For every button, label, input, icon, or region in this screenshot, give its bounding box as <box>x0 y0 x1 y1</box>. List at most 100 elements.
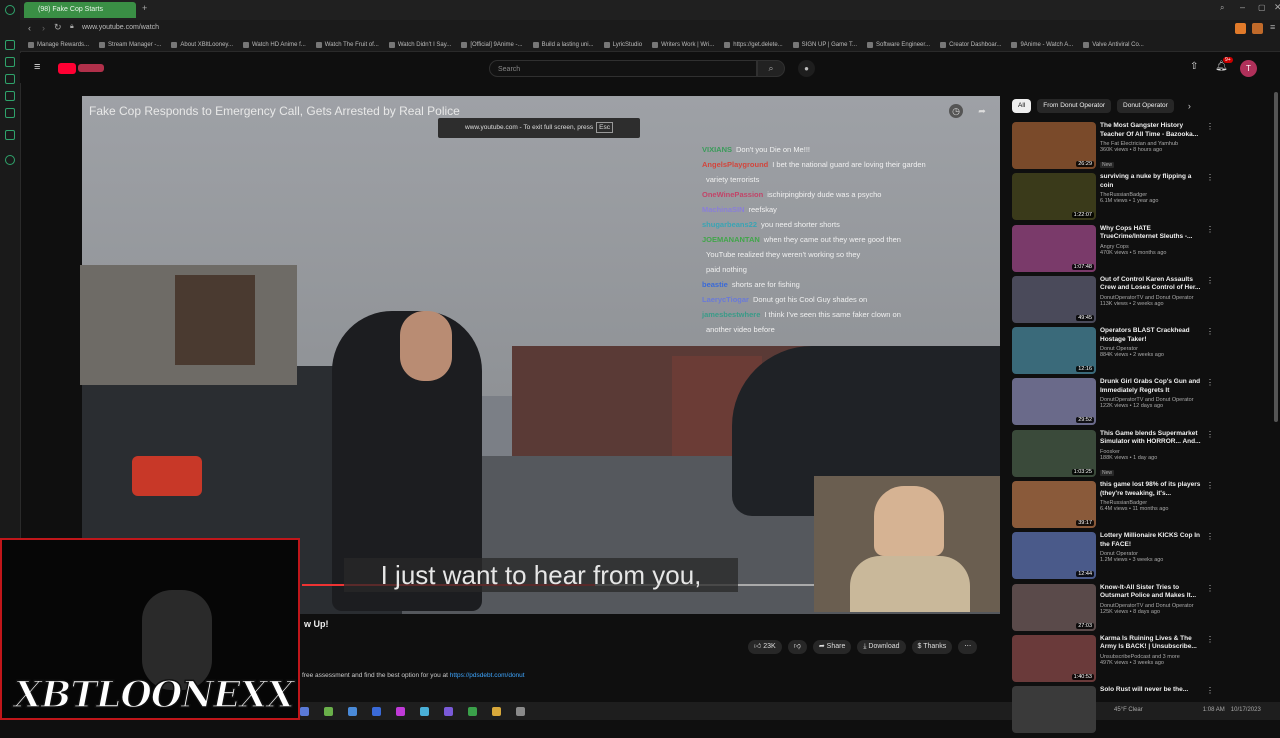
hamburger-menu-icon[interactable]: ≡ <box>34 61 40 73</box>
menu-icon[interactable]: ≡ <box>1270 22 1275 32</box>
video-title[interactable]: Solo Rust will never be the... <box>1100 686 1205 695</box>
recommended-video[interactable]: 1:03:25 This Game blends Supermarket Simu… <box>1012 429 1217 481</box>
maximize-icon[interactable]: ▢ <box>1258 3 1266 12</box>
video-thumbnail[interactable]: 29:52 <box>1012 378 1096 426</box>
chat-username[interactable]: LaerycTiogar <box>702 295 749 304</box>
more-options-icon[interactable]: ⋮ <box>1205 532 1215 583</box>
chat-username[interactable]: JOEMANANTAN <box>702 235 760 244</box>
video-title[interactable]: Operators BLAST Crackhead Hostage Taker! <box>1100 327 1205 344</box>
more-options-icon[interactable]: ⋮ <box>1205 276 1215 327</box>
taskbar-app-icon[interactable] <box>492 706 501 716</box>
recommended-video[interactable]: 1:22:07 surviving a nuke by flipping a co… <box>1012 173 1217 224</box>
more-options-icon[interactable]: ⋮ <box>1205 686 1215 737</box>
chip-all[interactable]: All <box>1012 99 1032 113</box>
recommended-video[interactable]: 39:17 this game lost 98% of its players (… <box>1012 481 1217 532</box>
video-title[interactable]: Why Cops HATE TrueCrime/Internet Sleuths… <box>1100 225 1205 242</box>
bookmark[interactable]: SIGN UP | Game T... <box>792 41 857 48</box>
bookmark[interactable]: Watch The Fruit of... <box>315 41 379 48</box>
clock-date[interactable]: 10/17/2023 <box>1231 707 1261 713</box>
more-options-icon[interactable]: ⋮ <box>1205 122 1215 173</box>
taskbar-app-icon[interactable] <box>420 706 429 716</box>
taskbar-app-icon[interactable] <box>444 706 453 716</box>
taskbar-app-icon[interactable] <box>300 706 309 716</box>
more-options-icon[interactable]: ⋮ <box>1205 173 1215 224</box>
taskbar-app-icon[interactable] <box>468 706 477 716</box>
chip-channel[interactable]: Donut Operator <box>1117 99 1174 113</box>
share-icon[interactable]: ➦ <box>975 104 989 118</box>
video-title[interactable]: The Most Gangster History Teacher Of All… <box>1100 122 1205 139</box>
video-thumbnail[interactable]: 1:07:48 <box>1012 224 1096 272</box>
bookmark[interactable]: Manage Rewards... <box>28 41 89 48</box>
bookmark[interactable]: Build a lasting uni... <box>532 41 594 48</box>
upload-icon[interactable]: ⇧ <box>1190 61 1198 72</box>
tab-active[interactable]: (98) Fake Cop Starts <box>24 2 136 18</box>
url-field[interactable]: www.youtube.com/watch <box>82 24 159 31</box>
chevron-right-icon[interactable]: › <box>1188 101 1191 111</box>
taskbar-app-icon[interactable] <box>516 706 525 716</box>
bookmark[interactable]: Software Engineer... <box>867 41 930 48</box>
search-tabs-icon[interactable]: ⌕ <box>1220 3 1224 13</box>
chip-from-channel[interactable]: From Donut Operator <box>1037 99 1112 113</box>
video-thumbnail[interactable]: 1:22:07 <box>1012 173 1096 221</box>
bookmark[interactable]: Writers Work | Wri... <box>652 41 714 48</box>
video-thumbnail[interactable]: 27:03 <box>1012 583 1096 631</box>
more-options-icon[interactable]: ⋮ <box>1205 327 1215 378</box>
taskbar-app-icon[interactable] <box>348 706 357 716</box>
back-icon[interactable]: ‹ <box>28 23 31 33</box>
close-window-icon[interactable]: ✕ <box>1274 2 1280 13</box>
bookmark[interactable]: Creator Dashboar... <box>940 41 1001 48</box>
lock-icon[interactable]: 🔒︎ <box>70 23 74 31</box>
bookmark[interactable]: LyricStudio <box>603 41 642 48</box>
video-thumbnail[interactable]: 1:40:53 <box>1012 634 1096 682</box>
chat-username[interactable]: beastie <box>702 280 728 289</box>
video-thumbnail[interactable]: 12:44 <box>1012 532 1096 580</box>
extension-badge-icon[interactable] <box>1252 23 1263 34</box>
recommended-video[interactable]: 1:40:53 Karma Is Ruining Lives & The Army… <box>1012 634 1217 686</box>
video-thumbnail[interactable]: 1:03:25 <box>1012 429 1096 477</box>
scrollbar[interactable] <box>1274 92 1278 422</box>
like-button[interactable]: 👍︎ 23K <box>748 640 782 654</box>
forward-icon[interactable]: › <box>42 23 45 33</box>
more-options-icon[interactable]: ⋮ <box>1205 635 1215 686</box>
extension-icon[interactable] <box>5 130 15 140</box>
chat-username[interactable]: jamesbestwhere <box>702 310 760 319</box>
more-options-icon[interactable]: ⋮ <box>1205 584 1215 635</box>
video-thumbnail[interactable]: 39:17 <box>1012 481 1096 529</box>
search-input[interactable]: Search <box>489 60 757 77</box>
opera-logo-icon[interactable] <box>5 5 15 15</box>
taskbar-app-icon[interactable] <box>324 706 333 716</box>
video-thumbnail[interactable] <box>1012 686 1096 734</box>
taskbar-app-icon[interactable] <box>372 706 381 716</box>
dislike-button[interactable]: 👎︎ <box>787 640 807 654</box>
bookmark[interactable]: https://get.delete... <box>724 41 783 48</box>
bookmark[interactable]: 9Anime - Watch A... <box>1011 41 1073 48</box>
wallet-icon[interactable] <box>5 108 15 118</box>
video-channel[interactable]: DonutOperatorTV and Donut Operator <box>1100 295 1205 301</box>
reload-icon[interactable]: ↻ <box>54 22 62 33</box>
youtube-logo-icon[interactable] <box>58 63 76 74</box>
more-options-icon[interactable]: ⋮ <box>1205 481 1215 532</box>
youtube-wordmark[interactable] <box>78 64 104 72</box>
video-title[interactable]: this game lost 98% of its players (they'… <box>1100 481 1205 498</box>
description-link[interactable]: https://pdsdebt.com/donut <box>450 672 525 679</box>
more-options-icon[interactable]: ⋮ <box>1205 225 1215 276</box>
thanks-button[interactable]: $ Thanks <box>911 640 953 654</box>
chat-username[interactable]: MachinaSIN <box>702 205 745 214</box>
account-avatar[interactable]: T <box>1240 60 1257 77</box>
download-button[interactable]: ⤓ Download <box>857 640 906 654</box>
bookmark[interactable]: Watch HD Anime f... <box>242 41 306 48</box>
recommended-video[interactable]: Solo Rust will never be the... ⋮ <box>1012 686 1217 737</box>
minimize-icon[interactable]: – <box>1240 2 1245 12</box>
history-icon[interactable] <box>5 91 15 101</box>
bookmark[interactable]: Watch Didn't I Say... <box>388 41 451 48</box>
chat-username[interactable]: VIXIANS <box>702 145 732 154</box>
video-title[interactable]: Drunk Girl Grabs Cop's Gun and Immediate… <box>1100 378 1205 395</box>
recommended-video[interactable]: 27:03 Know-It-All Sister Tries to Outsmar… <box>1012 583 1217 635</box>
chat-username[interactable]: shugarbeans22 <box>702 220 757 229</box>
taskbar-app-icon[interactable] <box>396 706 405 716</box>
settings-icon[interactable] <box>5 155 15 165</box>
recommended-video[interactable]: 26:29 The Most Gangster History Teacher O… <box>1012 122 1217 173</box>
video-title[interactable]: Know-It-All Sister Tries to Outsmart Pol… <box>1100 584 1205 601</box>
telegram-icon[interactable] <box>5 74 15 84</box>
recommended-video[interactable]: 1:07:48 Why Cops HATE TrueCrime/Internet … <box>1012 224 1217 276</box>
